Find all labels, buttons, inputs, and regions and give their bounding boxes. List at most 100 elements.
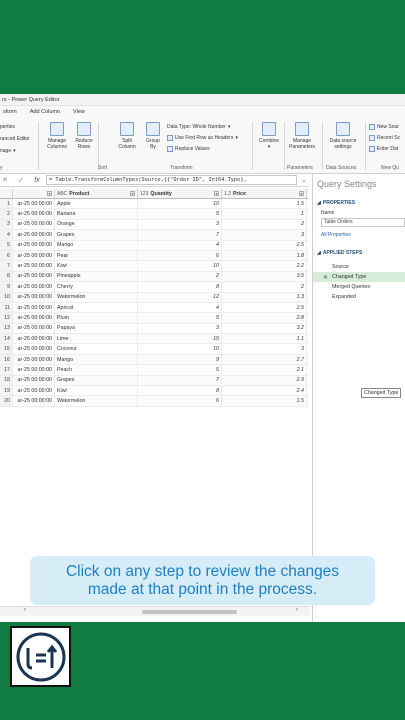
table-row[interactable]: 8 ar-25 00:00:00 Pineapple 2 3.5 [0, 271, 308, 283]
column-header-date[interactable]: ▾ [13, 189, 55, 198]
table-row[interactable]: 14 ar-25 00:00:00 Lime 15 1.1 [0, 334, 308, 345]
cell-quantity[interactable]: 5 [138, 313, 222, 323]
row-number[interactable]: 10 [0, 292, 13, 302]
reduce-rows-button[interactable]: Reduce Rows [72, 122, 96, 150]
cell-date[interactable]: ar-25 00:00:00 [13, 323, 55, 334]
table-row[interactable]: 4 ar-25 00:00:00 Grapes 7 3 [0, 230, 308, 241]
cell-quantity[interactable]: 7 [138, 230, 222, 240]
cell-price[interactable]: 2.2 [222, 261, 307, 271]
type-decimal-icon[interactable]: 1.2 [224, 191, 231, 197]
chevron-down-icon[interactable]: ⌄ [300, 177, 308, 184]
applied-steps-header[interactable]: ◢ APPLIED STEPS [313, 250, 405, 256]
cell-date[interactable]: ar-25 00:00:00 [13, 209, 55, 219]
table-row[interactable]: 5 ar-25 00:00:00 Mango 4 2.5 [0, 240, 308, 251]
new-source-button[interactable]: New Sour [369, 124, 399, 130]
cell-product[interactable]: Mango [55, 354, 138, 365]
column-header-product[interactable]: ABC Product ▾ [55, 189, 138, 198]
row-number[interactable]: 9 [0, 282, 13, 292]
row-number[interactable]: 2 [0, 209, 13, 219]
cell-price[interactable]: 1.5 [222, 396, 307, 406]
row-number[interactable]: 12 [0, 313, 13, 323]
recent-sources-button[interactable]: Recent Sc [369, 135, 400, 141]
cell-price[interactable]: 1.8 [222, 250, 307, 261]
cell-date[interactable]: ar-25 00:00:00 [13, 199, 55, 209]
cell-product[interactable]: Banana [55, 209, 138, 219]
scroll-left-icon[interactable]: ‹ [24, 607, 26, 613]
row-number[interactable]: 6 [0, 250, 13, 261]
cell-price[interactable]: 3.5 [222, 271, 307, 282]
cell-price[interactable]: 2.1 [222, 365, 307, 375]
row-number[interactable]: 5 [0, 240, 13, 250]
cell-product[interactable]: Plum [55, 313, 138, 323]
cell-product[interactable]: Apple [55, 199, 138, 209]
cell-quantity[interactable]: 10 [138, 261, 222, 271]
step-changed-type[interactable]: ✕ Changed Type [313, 272, 405, 282]
row-number[interactable]: 19 [0, 386, 13, 396]
step-expanded[interactable]: Expanded [313, 292, 405, 302]
cell-quantity[interactable]: 3 [138, 219, 222, 230]
cell-date[interactable]: ar-25 00:00:00 [13, 240, 55, 250]
scrollbar-thumb[interactable] [142, 610, 237, 614]
table-row[interactable]: 17 ar-25 00:00:00 Peach 5 2.1 [0, 365, 308, 376]
table-row[interactable]: 19 ar-25 00:00:00 Kiwi 8 2.4 [0, 386, 308, 397]
cell-quantity[interactable]: 6 [138, 396, 222, 406]
cell-product[interactable]: Cherry [55, 282, 138, 292]
type-123-icon[interactable]: 123 [140, 191, 148, 197]
cell-price[interactable]: 2.4 [222, 386, 307, 396]
cell-quantity[interactable]: 4 [138, 240, 222, 250]
column-header-quantity[interactable]: 123 Quantity ▾ [138, 189, 222, 198]
cell-date[interactable]: ar-25 00:00:00 [13, 282, 55, 292]
cell-price[interactable]: 3 [222, 344, 307, 354]
query-name-input[interactable]: Table Orders [321, 218, 405, 227]
row-number[interactable]: 1 [0, 199, 13, 209]
cell-quantity[interactable]: 12 [138, 292, 222, 302]
scroll-right-icon[interactable]: › [296, 607, 298, 613]
cell-price[interactable]: 2 [222, 219, 307, 230]
close-icon[interactable]: ✕ [0, 176, 10, 184]
cell-date[interactable]: ar-25 00:00:00 [13, 292, 55, 302]
step-delete-icon[interactable]: ✕ [323, 274, 328, 281]
cell-price[interactable]: 2 [222, 282, 307, 292]
cell-price[interactable]: 2.5 [222, 240, 307, 250]
table-row[interactable]: 20 ar-25 00:00:00 Watermelon 6 1.5 [0, 396, 308, 407]
chevron-down-icon[interactable]: ▾ [299, 191, 304, 196]
cell-price[interactable]: 1 [222, 209, 307, 219]
cell-product[interactable]: Kiwi [55, 261, 138, 271]
cell-price[interactable]: 2.5 [222, 302, 307, 313]
cell-date[interactable]: ar-25 00:00:00 [13, 365, 55, 375]
cell-quantity[interactable]: 5 [138, 365, 222, 375]
cell-date[interactable]: ar-25 00:00:00 [13, 302, 55, 313]
cell-product[interactable]: Pear [55, 250, 138, 261]
cell-quantity[interactable]: 4 [138, 302, 222, 313]
cell-product[interactable]: Coconut [55, 344, 138, 354]
cell-price[interactable]: 1.3 [222, 292, 307, 302]
column-header-price[interactable]: 1.2 Price ▾ [222, 189, 307, 198]
cell-product[interactable]: Apricot [55, 302, 138, 313]
group-by-button[interactable]: Group By [142, 122, 164, 150]
tab-add-column[interactable]: Add Column [27, 109, 70, 115]
cell-date[interactable]: ar-25 00:00:00 [13, 344, 55, 354]
cell-date[interactable]: ar-25 00:00:00 [13, 334, 55, 344]
table-row[interactable]: 1 ar-25 00:00:00 Apple 10 1.5 [0, 199, 308, 210]
chevron-down-icon[interactable]: ▾ [130, 191, 135, 196]
table-row[interactable]: 12 ar-25 00:00:00 Plum 5 2.8 [0, 313, 308, 324]
cell-date[interactable]: ar-25 00:00:00 [13, 386, 55, 396]
table-row[interactable]: 13 ar-25 00:00:00 Papaya 3 3.2 [0, 323, 308, 335]
fx-icon[interactable]: fx [32, 177, 42, 184]
table-row[interactable]: 15 ar-25 00:00:00 Coconut 10 3 [0, 344, 308, 355]
cell-product[interactable]: Pineapple [55, 271, 138, 282]
cell-price[interactable]: 1.5 [222, 199, 307, 209]
cell-quantity[interactable]: 10 [138, 344, 222, 354]
row-number[interactable]: 18 [0, 375, 13, 386]
cell-quantity[interactable]: 7 [138, 375, 222, 386]
row-number[interactable]: 8 [0, 271, 13, 282]
manage-parameters-button[interactable]: Manage Parameters [287, 122, 317, 150]
type-abc-icon[interactable]: ABC [57, 191, 67, 197]
cell-price[interactable]: 2.8 [222, 313, 307, 323]
cell-date[interactable]: ar-25 00:00:00 [13, 313, 55, 323]
cell-price[interactable]: 2.7 [222, 354, 307, 365]
split-column-button[interactable]: Split Column [114, 122, 140, 150]
tab-transform[interactable]: sform [0, 109, 27, 115]
cell-date[interactable]: ar-25 00:00:00 [13, 375, 55, 386]
cell-quantity[interactable]: 3 [138, 323, 222, 334]
